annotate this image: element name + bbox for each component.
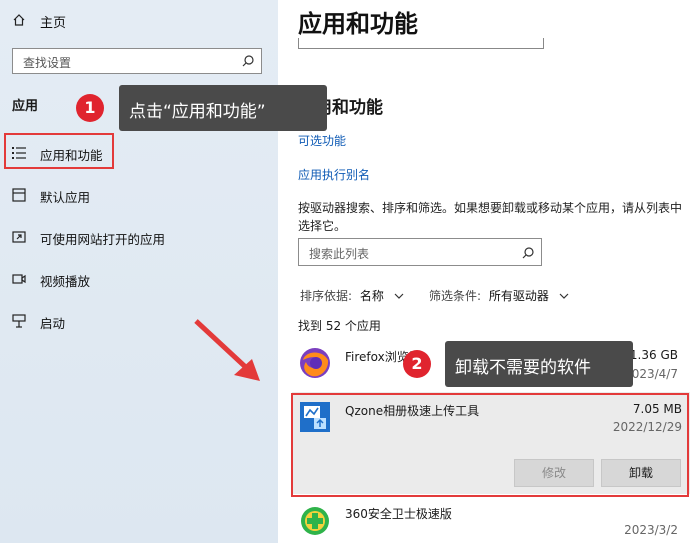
filter-value: 所有驱动器 bbox=[488, 289, 549, 303]
step-2-text: 卸载不需要的软件 bbox=[455, 358, 591, 378]
settings-sidebar: 主页 查找设置 应用 应用和功能 默认应用 可使用网站打开的应用 视频播放 启动 bbox=[0, 0, 278, 543]
home-nav[interactable]: 主页 bbox=[12, 10, 262, 34]
description-text: 按驱动器搜索、排序和筛选。如果想要卸载或移动某个应用，请从列表中选择它。 bbox=[298, 201, 683, 233]
settings-search-placeholder: 查找设置 bbox=[23, 56, 72, 70]
clipped-control bbox=[298, 38, 544, 49]
step-1-badge: 1 bbox=[76, 94, 104, 122]
filter-dropdown[interactable]: 筛选条件: 所有驱动器 bbox=[429, 287, 569, 304]
app-name: 360安全卫士极速版 bbox=[345, 507, 452, 521]
startup-icon bbox=[12, 314, 26, 328]
sort-label: 排序依据: bbox=[300, 289, 353, 303]
sort-dropdown[interactable]: 排序依据: 名称 bbox=[300, 287, 404, 304]
firefox-icon bbox=[300, 348, 330, 378]
app-list-item[interactable]: 360安全卫士极速版 2023/3/2 bbox=[292, 500, 694, 543]
highlight-box-apps-features bbox=[4, 133, 114, 169]
step-1-callout: 点击“应用和功能” bbox=[119, 85, 327, 131]
sidebar-item-default-apps[interactable]: 默认应用 bbox=[0, 179, 278, 213]
section-label: 应用 bbox=[12, 99, 39, 114]
sidebar-item-web-apps[interactable]: 可使用网站打开的应用 bbox=[0, 221, 278, 255]
optional-features-link[interactable]: 可选功能 bbox=[298, 132, 346, 149]
highlight-box-app-item bbox=[291, 393, 689, 497]
chevron-down-icon bbox=[394, 293, 404, 299]
web-open-icon bbox=[12, 231, 26, 243]
step-2-marker: 2 bbox=[403, 350, 431, 378]
sort-value: 名称 bbox=[359, 289, 384, 303]
search-icon bbox=[522, 247, 534, 259]
sidebar-item-label: 可使用网站打开的应用 bbox=[40, 232, 166, 247]
step-2-callout: 卸载不需要的软件 bbox=[445, 341, 633, 387]
sidebar-item-video[interactable]: 视频播放 bbox=[0, 263, 278, 297]
step-1-text: 点击“应用和功能” bbox=[129, 102, 266, 122]
app-search-placeholder: 搜索此列表 bbox=[309, 247, 370, 261]
app-alias-link[interactable]: 应用执行别名 bbox=[298, 166, 370, 183]
app-search-input[interactable]: 搜索此列表 bbox=[298, 238, 542, 266]
pointer-arrow-icon bbox=[194, 319, 260, 381]
app-size: 1.36 GB bbox=[629, 348, 678, 362]
home-icon bbox=[13, 14, 25, 26]
page-title: 应用和功能 bbox=[298, 10, 418, 38]
step-1-marker: 1 bbox=[76, 94, 104, 122]
app-count: 找到 52 个应用 bbox=[298, 319, 381, 333]
sidebar-item-label: 默认应用 bbox=[40, 190, 91, 205]
step-2-badge: 2 bbox=[403, 350, 431, 378]
video-icon bbox=[12, 274, 26, 284]
chevron-down-icon bbox=[559, 293, 569, 299]
filter-label: 筛选条件: bbox=[429, 289, 482, 303]
360-security-icon bbox=[301, 507, 329, 535]
home-label: 主页 bbox=[40, 16, 67, 31]
app-date: 2023/3/2 bbox=[624, 523, 678, 537]
apps-features-panel: 应用和功能 应用和功能 可选功能 应用执行别名 按驱动器搜索、排序和筛选。如果想… bbox=[278, 0, 700, 543]
settings-search-input[interactable]: 查找设置 bbox=[12, 48, 262, 74]
sidebar-item-label: 视频播放 bbox=[40, 274, 91, 289]
search-icon bbox=[242, 55, 254, 67]
default-apps-icon bbox=[12, 188, 26, 202]
sidebar-item-label: 启动 bbox=[40, 316, 66, 331]
